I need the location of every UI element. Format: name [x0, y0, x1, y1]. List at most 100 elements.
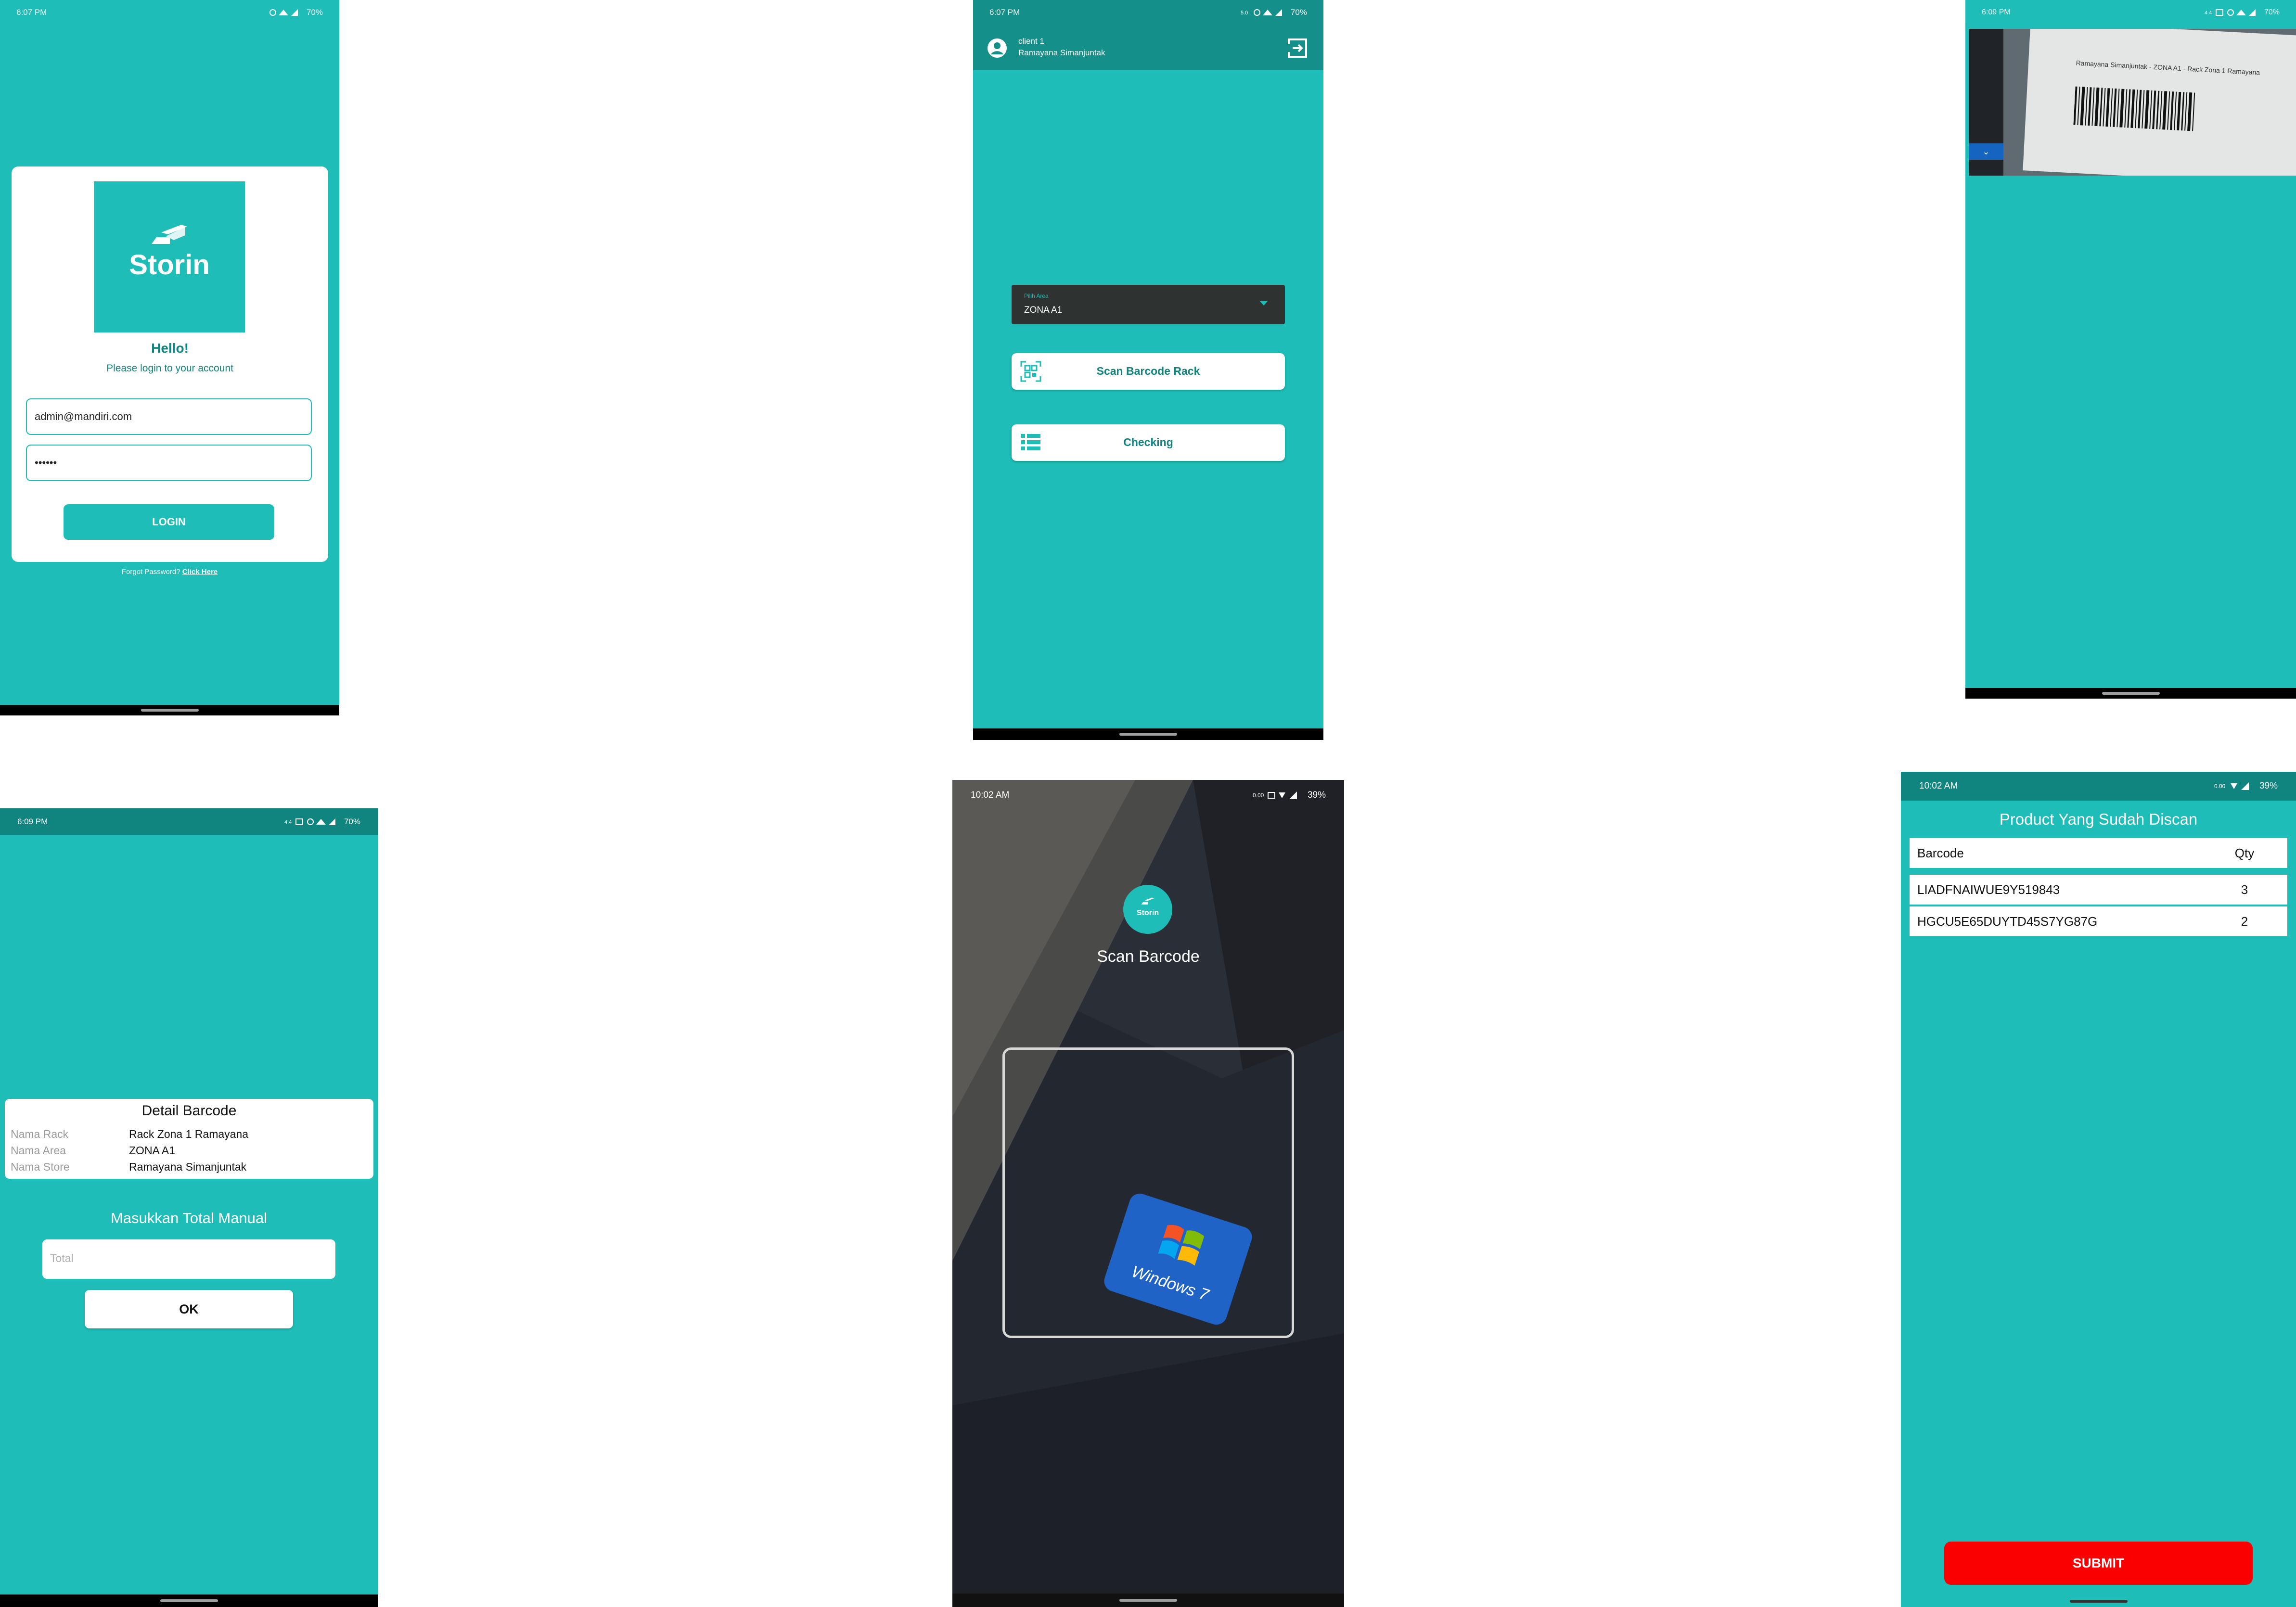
area-label: Pilih Area [1024, 293, 1049, 299]
status-bar: 6:09 PM 4.4 70% [0, 808, 378, 835]
row-barcode: LIADFNAIWUE9Y519843 [1917, 882, 2060, 897]
area-value: ZONA A1 [1024, 305, 1063, 315]
status-icons: 70% [269, 8, 323, 17]
chevron-down-icon [1260, 301, 1268, 306]
total-placeholder: Total [50, 1252, 74, 1264]
svg-text:0.00: 0.00 [2214, 783, 2226, 790]
nav-bar [952, 1594, 1344, 1607]
svg-text:4.4: 4.4 [2205, 10, 2212, 16]
home-handle[interactable] [141, 709, 199, 712]
signal-icon [269, 9, 298, 16]
status-bar: 6:07 PM 70% [0, 0, 339, 25]
manual-total-title: Masukkan Total Manual [110, 1210, 268, 1226]
battery-text: 70% [2264, 8, 2280, 16]
status-bar: 6:07 PM 5.0 70% [973, 0, 1323, 25]
barcode-label-paper: Ramayana Simanjuntak - ZONA A1 - Rack Zo… [2023, 29, 2296, 176]
nav-bar [1901, 1595, 2296, 1607]
status-bar: 6:09 PM 4.4 70% [1965, 0, 2296, 25]
ok-button[interactable]: OK [85, 1290, 293, 1328]
row-barcode: HGCU5E65DUYTD45S7YG87G [1917, 914, 2098, 929]
svg-text:0.00: 0.00 [1253, 792, 1264, 799]
detail-label: Nama Rack [11, 1127, 69, 1140]
battery-text: 39% [1307, 790, 1326, 800]
detail-label: Nama Area [11, 1144, 66, 1157]
status-time: 6:07 PM [16, 8, 47, 17]
logout-icon[interactable] [1287, 38, 1308, 59]
login-subtitle: Please login to your account [106, 363, 233, 374]
chevron-down-icon[interactable]: ⌄ [1969, 143, 2003, 160]
password-value: •••••• [35, 457, 57, 469]
status-time: 10:02 AM [971, 790, 1010, 800]
area-select[interactable]: Pilih Area ZONA A1 [1012, 285, 1285, 324]
storin-logo-icon [1141, 897, 1154, 905]
detail-row: Nama Store Ramayana Simanjuntak [11, 1159, 367, 1175]
signal-icon: 0.00 [2214, 782, 2249, 790]
scan-barcode-rack-label: Scan Barcode Rack [1096, 365, 1200, 377]
screen-scanner-preview: 6:09 PM 4.4 70% ⌄ Ramayana Simanjuntak -… [1965, 0, 2296, 699]
detail-rows: Nama Rack Rack Zona 1 Ramayana Nama Area… [11, 1126, 367, 1175]
row-qty: 3 [2241, 882, 2248, 897]
storin-logo: Storin [1123, 885, 1172, 934]
app-bar: 6:07 PM 5.0 70% client 1 Ramayana Simanj… [973, 0, 1323, 70]
status-icons: 0.00 39% [2214, 781, 2278, 791]
nav-bar [1965, 688, 2296, 699]
barcode-image [2073, 86, 2195, 131]
submit-button[interactable]: SUBMIT [1944, 1542, 2253, 1585]
user-name: Ramayana Simanjuntak [1018, 48, 1105, 57]
battery-text: 70% [306, 8, 323, 17]
status-icons: 0.00 39% [1253, 790, 1326, 801]
click-here-link[interactable]: Click Here [182, 568, 218, 576]
nav-bar [973, 728, 1323, 740]
windows-flag-icon [1158, 1224, 1205, 1266]
status-time: 6:09 PM [17, 817, 48, 826]
status-bar: 10:02 AM 0.00 39% [952, 782, 1344, 809]
status-time: 10:02 AM [1919, 781, 1958, 791]
status-bar: 10:02 AM 0.00 39% [1901, 772, 2296, 801]
home-handle[interactable] [1119, 733, 1177, 736]
detail-value: Ramayana Simanjuntak [129, 1160, 247, 1173]
email-field[interactable]: admin@mandiri.com [26, 398, 312, 435]
svg-text:4.4: 4.4 [284, 819, 292, 825]
checking-button[interactable]: Checking [1012, 424, 1285, 461]
password-field[interactable]: •••••• [26, 445, 312, 481]
detail-value: Rack Zona 1 Ramayana [129, 1127, 249, 1140]
table-row: HGCU5E65DUYTD45S7YG87G 2 [1910, 906, 2287, 936]
home-handle[interactable] [2102, 692, 2160, 695]
status-time: 6:09 PM [1982, 8, 2011, 16]
signal-icon: 4.4 [284, 818, 335, 825]
camera-preview: ⌄ Ramayana Simanjuntak - ZONA A1 - Rack … [1969, 29, 2296, 176]
detail-title: Detail Barcode [141, 1103, 237, 1119]
battery-text: 70% [344, 817, 360, 826]
brand-name: Storin [129, 249, 210, 281]
signal-icon: 4.4 [2205, 9, 2256, 16]
login-button[interactable]: LOGIN [64, 504, 274, 540]
home-handle[interactable] [2069, 1600, 2128, 1603]
nav-bar [0, 705, 339, 715]
screen-scan-barcode: 10:02 AM 0.00 39% Storin Scan Barcode Wi… [952, 780, 1344, 1607]
status-time: 6:07 PM [989, 8, 1020, 17]
checking-label: Checking [1123, 436, 1173, 448]
home-handle[interactable] [1119, 1599, 1177, 1602]
client-name: client 1 [1018, 37, 1044, 46]
total-input[interactable]: Total [42, 1239, 335, 1279]
battery-text: 39% [2259, 781, 2278, 791]
logo-text: Storin [1136, 909, 1159, 917]
table-row: LIADFNAIWUE9Y519843 3 [1910, 875, 2287, 905]
status-icons: 4.4 70% [284, 817, 360, 827]
scan-barcode-rack-button[interactable]: Scan Barcode Rack [1012, 353, 1285, 390]
screen-detail-barcode: 6:09 PM 4.4 70% Detail Barcode Nama Rack… [0, 808, 378, 1607]
home-handle[interactable] [160, 1599, 218, 1602]
battery-text: 70% [1290, 8, 1307, 17]
detail-value: ZONA A1 [129, 1144, 175, 1157]
forgot-password: Forgot Password? Click Here [0, 568, 339, 576]
preview-label-text: Ramayana Simanjuntak - ZONA A1 - Rack Zo… [2076, 59, 2260, 77]
screen-scanned-products: 10:02 AM 0.00 39% Product Yang Sudah Dis… [1901, 772, 2296, 1607]
screen-menu: 6:07 PM 5.0 70% client 1 Ramayana Simanj… [973, 0, 1323, 740]
storin-logo: Storin [94, 181, 245, 332]
screen-login: 6:07 PM 70% Storin Hello! Please login t… [0, 0, 339, 715]
status-icons: 4.4 70% [2205, 8, 2280, 17]
row-qty: 2 [2241, 914, 2248, 929]
detail-label: Nama Store [11, 1160, 70, 1173]
login-card: Storin Hello! Please login to your accou… [12, 166, 328, 562]
account-circle-icon [988, 38, 1007, 58]
